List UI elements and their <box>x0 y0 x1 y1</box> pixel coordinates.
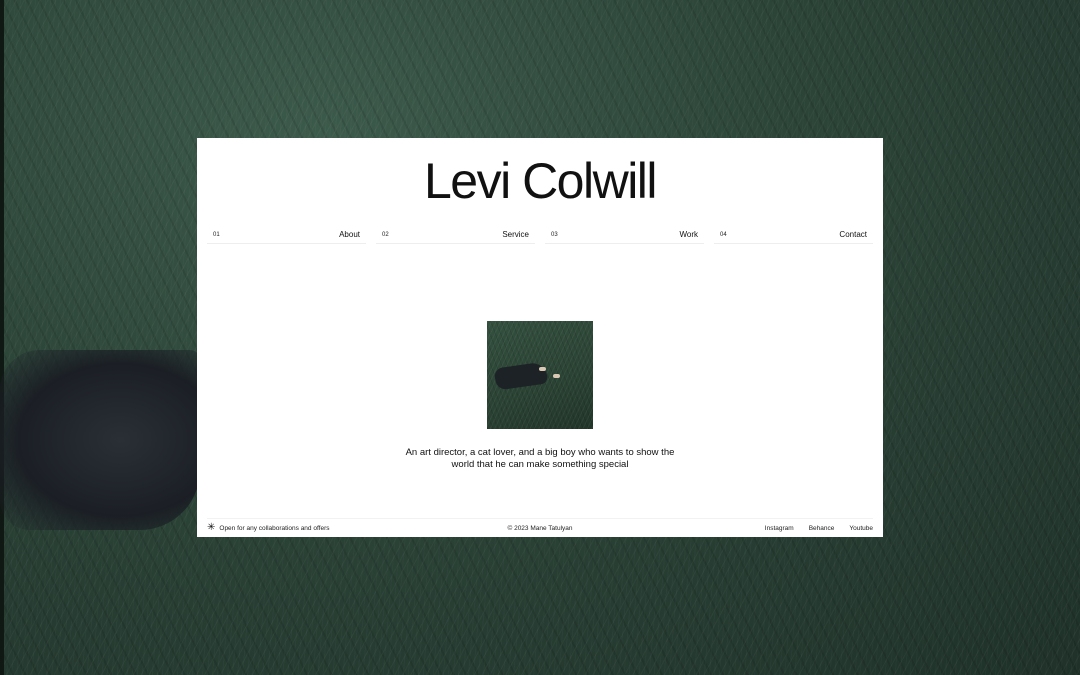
tagline-line: world that he can make something special <box>451 459 629 470</box>
nav-item-work[interactable]: 03 Work <box>545 226 704 244</box>
background-figure <box>0 350 200 530</box>
site-title: Levi Colwill <box>423 153 658 209</box>
instagram-link[interactable]: Instagram <box>765 525 794 532</box>
youtube-link[interactable]: Youtube <box>849 525 873 532</box>
hero-image-hand <box>553 374 560 378</box>
nav-label: Service <box>502 230 529 239</box>
nav-number: 03 <box>551 231 558 238</box>
nav-number: 02 <box>382 231 389 238</box>
behance-link[interactable]: Behance <box>809 525 835 532</box>
main-nav: 01 About 02 Service 03 Work 04 Contact <box>207 226 873 244</box>
background-edge <box>0 0 4 675</box>
nav-label: Work <box>679 230 698 239</box>
nav-label: About <box>339 230 360 239</box>
hero-image-hand <box>539 367 546 371</box>
nav-label: Contact <box>839 230 867 239</box>
hero-tagline: An art director, a cat lover, and a big … <box>197 447 883 471</box>
asterisk-icon: ✳ <box>207 522 216 533</box>
footer-status: ✳ Open for any collaborations and offers <box>207 523 429 533</box>
nav-number: 04 <box>720 231 727 238</box>
nav-item-service[interactable]: 02 Service <box>376 226 535 244</box>
nav-item-contact[interactable]: 04 Contact <box>714 226 873 244</box>
nav-number: 01 <box>213 231 220 238</box>
tagline-line: An art director, a cat lover, and a big … <box>405 447 675 458</box>
social-links: Instagram Behance Youtube <box>651 525 873 532</box>
copyright: © 2023 Mane Tatulyan <box>507 524 573 532</box>
site-footer: ✳ Open for any collaborations and offers… <box>207 518 873 537</box>
nav-item-about[interactable]: 01 About <box>207 226 366 244</box>
hero-image <box>487 321 593 429</box>
site-card: Levi Colwill 01 About 02 Service 03 Work… <box>197 138 883 537</box>
status-text: Open for any collaborations and offers <box>219 524 330 532</box>
hero-image-figure <box>493 361 549 391</box>
